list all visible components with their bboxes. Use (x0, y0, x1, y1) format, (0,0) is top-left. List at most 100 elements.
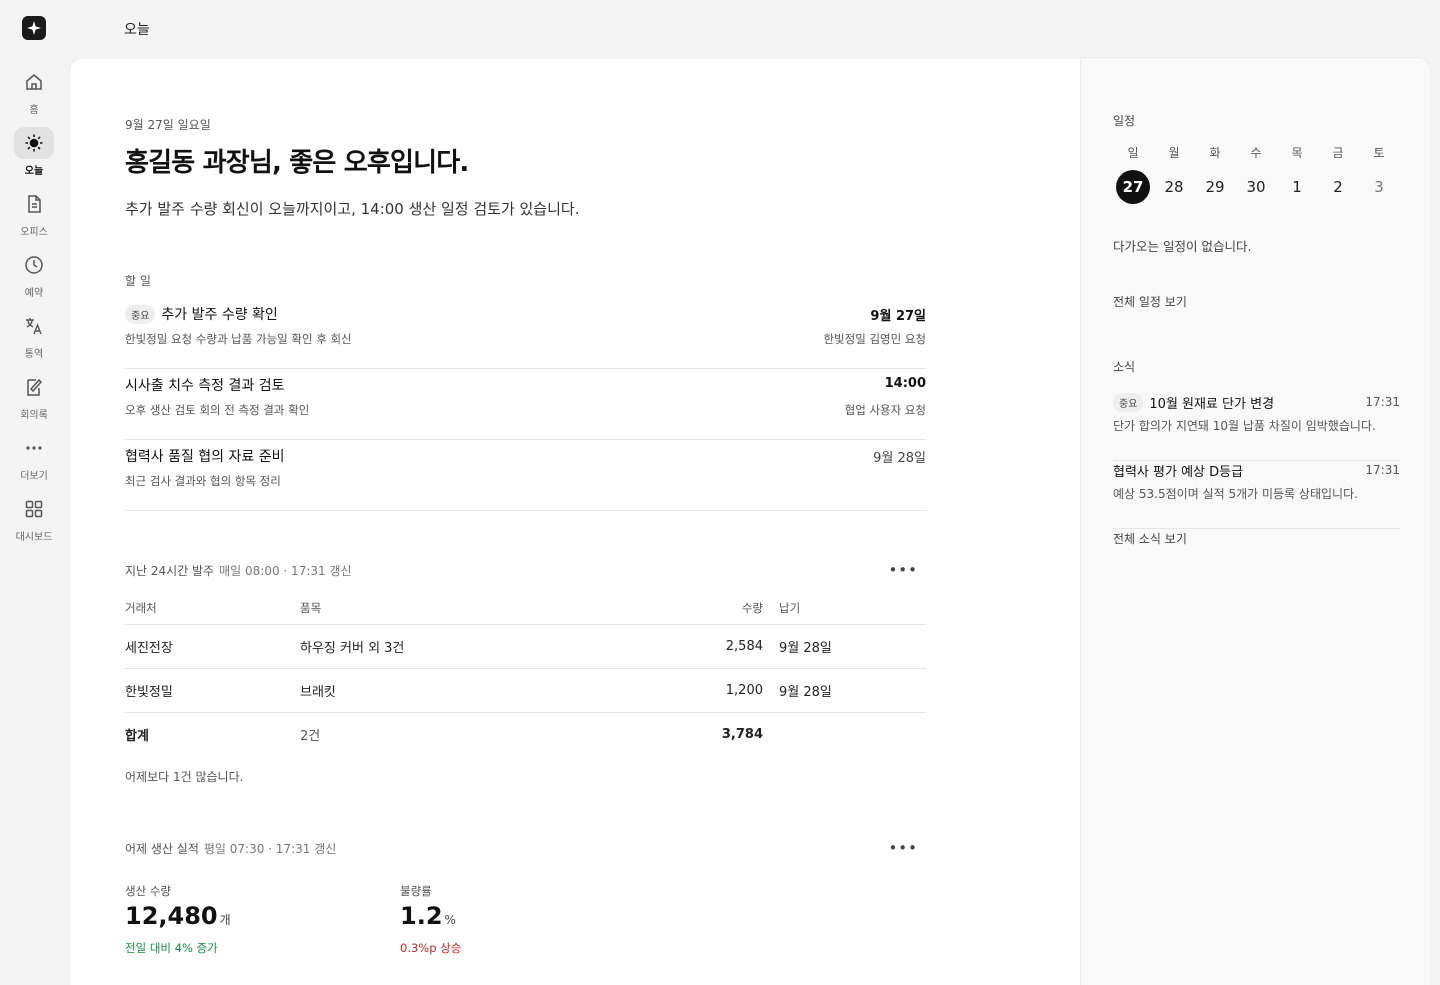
todo-item-title-row: 중요 추가 발주 수량 확인 (125, 304, 278, 324)
calendar-day[interactable]: 29 (1198, 170, 1232, 204)
orders-more-button[interactable]: ••• (888, 563, 918, 578)
defect-rate-unit: % (444, 913, 456, 927)
total-qty: 3,784 (721, 726, 763, 742)
greeting-heading: 홍길동 과장님, 좋은 오후입니다. (125, 148, 469, 178)
schedule-title: 일정 (1113, 114, 1136, 128)
due-cell: 9월 28일 (779, 624, 926, 669)
column-header-qty: 수량 (600, 592, 779, 625)
production-qty-unit: 개 (219, 913, 231, 927)
important-badge: 중요 (1113, 393, 1144, 412)
total-count: 2건 (300, 728, 321, 744)
vendor-cell: 한빛정밀 (125, 668, 300, 713)
nav-item-home[interactable]: 홈 (0, 66, 68, 122)
production-qty-delta: 전일 대비 4% 증가 (125, 941, 218, 955)
nav-item-label: 회의록 (20, 410, 48, 421)
defect-rate-number: 1.2 (400, 902, 443, 930)
table-row[interactable]: 세진전장 하우징 커버 외 3건 2,584 9월 28일 (125, 624, 926, 669)
column-header-item: 품목 (300, 592, 600, 625)
calendar-day[interactable]: 28 (1157, 170, 1191, 204)
todo-item-title: 시사출 치수 측정 결과 검토 (125, 378, 285, 394)
production-title: 어제 생산 실적 (125, 842, 199, 856)
news-item[interactable]: 중요 10월 원재료 단가 변경 17:31 단가 합의가 지연돼 10월 납품… (1113, 393, 1400, 461)
weekday-label: 일 (1127, 146, 1139, 160)
news-item-title: 협력사 평가 예상 D등급 (1113, 465, 1244, 480)
current-date: 9월 27일 일요일 (125, 118, 211, 132)
nav-item-interpret[interactable]: 통역 (0, 310, 68, 366)
nav-item-more[interactable]: 더보기 (0, 432, 68, 488)
calendar-day[interactable]: 1 (1280, 170, 1314, 204)
home-icon (14, 66, 54, 98)
orders-note: 어제보다 1건 많습니다. (125, 770, 244, 784)
nav-item-today[interactable]: 오늘 (0, 127, 68, 183)
sun-icon (14, 127, 54, 159)
production-qty-value: 12,480 개 (125, 902, 231, 930)
table-row[interactable]: 한빛정밀 브래킷 1,200 9월 28일 (125, 668, 926, 713)
todo-item[interactable]: 중요 추가 발주 수량 확인 한빛정밀 요청 수량과 납품 가능일 확인 후 회… (125, 298, 926, 369)
clock-icon (14, 249, 54, 281)
todo-item[interactable]: 시사출 치수 측정 결과 검토 오후 생산 검토 회의 전 측정 결과 확인 1… (125, 369, 926, 440)
production-qty-number: 12,480 (125, 902, 218, 930)
view-all-news-link[interactable]: 전체 소식 보기 (1113, 530, 1187, 547)
more-dots-icon (14, 432, 54, 464)
todo-item-due: 9월 28일 (873, 451, 926, 466)
news-item[interactable]: 협력사 평가 예상 D등급 17:31 예상 53.5점이며 실적 5개가 미등… (1113, 461, 1400, 529)
news-item-title-row: 중요 10월 원재료 단가 변경 (1113, 393, 1274, 412)
item-cell: 브래킷 (300, 668, 600, 713)
calendar-day-selected[interactable]: 27 (1116, 170, 1150, 204)
weekday-label: 금 (1332, 146, 1344, 160)
calendar-day[interactable]: 2 (1321, 170, 1355, 204)
news-item-desc: 단가 합의가 지연돼 10월 납품 차질이 임박했습니다. (1113, 419, 1376, 433)
todo-item-due: 9월 27일 (870, 309, 926, 324)
view-all-schedule-link[interactable]: 전체 일정 보기 (1113, 293, 1187, 310)
calendar-day[interactable]: 3 (1362, 170, 1396, 204)
todo-item-due: 14:00 (884, 376, 926, 391)
orders-table: 거래처 품목 수량 납기 세진전장 하우징 커버 외 3건 2,584 9월 2… (125, 592, 926, 756)
todo-section-title: 할 일 (125, 274, 151, 288)
todo-item-requester: 한빛정밀 김영민 요청 (823, 332, 926, 346)
due-cell: 9월 28일 (779, 668, 926, 713)
todo-item-title: 협력사 품질 협의 자료 준비 (125, 449, 285, 465)
qty-cell: 2,584 (600, 624, 779, 669)
todo-item[interactable]: 협력사 품질 협의 자료 준비 최근 검사 결과와 협의 항목 정리 9월 28… (125, 440, 926, 511)
qty-cell: 1,200 (600, 668, 779, 713)
weekday-label: 목 (1291, 146, 1303, 160)
nav-item-minutes[interactable]: 회의록 (0, 371, 68, 427)
orders-title: 지난 24시간 발주 (125, 564, 215, 578)
page-title: 오늘 (124, 22, 150, 38)
schedule-empty-text: 다가오는 일정이 없습니다. (1113, 239, 1252, 254)
nav-item-reservation[interactable]: 예약 (0, 249, 68, 305)
weekday-label: 월 (1168, 146, 1180, 160)
production-more-button[interactable]: ••• (888, 841, 918, 856)
note-edit-icon (14, 371, 54, 403)
vendor-cell: 세진전장 (125, 624, 300, 669)
column-header-due: 납기 (779, 592, 926, 625)
defect-rate-label: 불량률 (400, 884, 432, 898)
app-logo[interactable] (22, 16, 46, 40)
defect-rate-delta: 0.3%p 상승 (400, 941, 462, 955)
nav-item-label: 통역 (24, 349, 44, 360)
nav-item-dashboard[interactable]: 대시보드 (0, 493, 68, 549)
todo-item-title: 추가 발주 수량 확인 (161, 307, 278, 323)
logo-spark-icon (27, 21, 41, 35)
weekday-label: 수 (1250, 146, 1262, 160)
todo-item-desc: 오후 생산 검토 회의 전 측정 결과 확인 (125, 403, 310, 417)
calendar-day[interactable]: 30 (1239, 170, 1273, 204)
nav-item-label: 오피스 (20, 227, 48, 238)
total-label: 합계 (125, 728, 149, 744)
dashboard-grid-icon (14, 493, 54, 525)
production-schedule: 평일 07:30 · 17:31 갱신 (203, 842, 337, 856)
total-due-empty (779, 712, 926, 756)
weekday-label: 토 (1373, 146, 1385, 160)
orders-schedule: 매일 08:00 · 17:31 갱신 (219, 564, 352, 578)
production-section-title: 어제 생산 실적 평일 07:30 · 17:31 갱신 (125, 840, 336, 857)
news-title: 소식 (1113, 360, 1136, 374)
nav-item-label: 예약 (24, 288, 44, 299)
table-header-row: 거래처 품목 수량 납기 (125, 592, 926, 625)
translate-icon (14, 310, 54, 342)
table-total-row: 합계 2건 3,784 (125, 712, 926, 756)
nav-item-label: 오늘 (24, 166, 44, 177)
todo-item-desc: 한빛정밀 요청 수량과 납품 가능일 확인 후 회신 (125, 332, 352, 346)
greeting-summary: 추가 발주 수량 회신이 오늘까지이고, 14:00 생산 일정 검토가 있습니… (125, 200, 580, 218)
nav-item-office[interactable]: 오피스 (0, 188, 68, 244)
news-item-time: 17:31 (1365, 395, 1400, 409)
